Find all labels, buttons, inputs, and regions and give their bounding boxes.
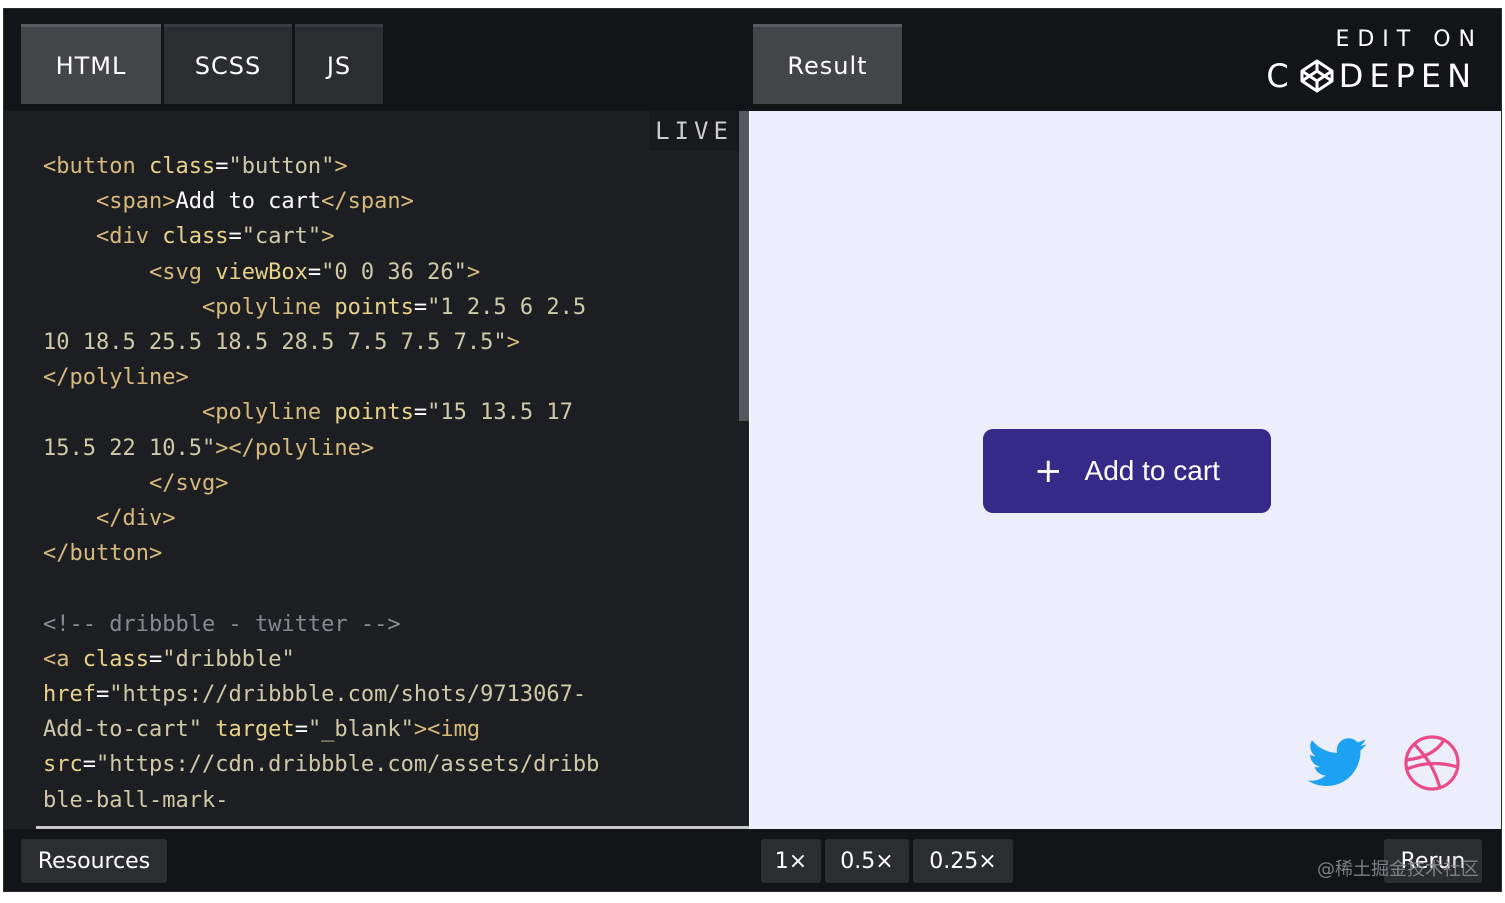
bottom-bar: Resources 1× 0.5× 0.25× Rerun @稀土掘金技术社区 (4, 829, 1501, 891)
code-token: "button" (228, 154, 335, 179)
codepen-logo: C DEPEN (1266, 58, 1477, 94)
code-token: "_blank" (307, 717, 414, 743)
code-token: <svg (148, 259, 216, 285)
edit-on-label: EDIT ON (1335, 27, 1483, 52)
tab-js[interactable]: JS (295, 24, 383, 104)
zoom-1x-button[interactable]: 1× (761, 839, 821, 883)
twitter-icon[interactable] (1308, 737, 1368, 789)
code-token: href (43, 682, 96, 708)
watermark-text: @稀土掘金技术社区 (1317, 859, 1479, 880)
tab-html[interactable]: HTML (21, 24, 161, 104)
code-token: "https://dribbble.com/shots/9713067- (109, 682, 587, 708)
code-token: "0 0 36 26" (321, 259, 467, 285)
code-token: <a (43, 646, 83, 672)
code-token: src (43, 752, 83, 778)
code-token: "https://cdn.dribbble.com/assets/dribb (96, 752, 600, 778)
code-token: viewBox (215, 259, 308, 285)
code-token: > (466, 259, 481, 285)
resources-button[interactable]: Resources (21, 839, 167, 883)
code-token: Add to cart (175, 189, 322, 215)
edit-on-codepen-link[interactable]: EDIT ON C DEPEN (1266, 27, 1477, 94)
code-token: "1 2.5 6 2.5 (427, 294, 587, 320)
code-token: "cart" (241, 224, 322, 250)
code-token: </polyline> (43, 365, 189, 391)
code-token: </button> (43, 541, 163, 567)
code-token: > (506, 330, 520, 356)
top-bar: HTML SCSS JS Result EDIT ON C DEPEN (4, 9, 1501, 111)
code-token: </span> (321, 189, 414, 215)
code-token: ><img (413, 717, 481, 743)
code-token: class (82, 646, 149, 672)
code-token: <div (95, 224, 163, 250)
codepen-logo-text-left: C (1266, 57, 1295, 95)
plus-icon: + (1034, 451, 1063, 491)
codepen-logo-text-right: DEPEN (1338, 57, 1477, 95)
dribbble-icon[interactable] (1402, 733, 1462, 793)
code-token: 15.5 22 10.5" (43, 435, 216, 461)
add-to-cart-label: Add to cart (1084, 455, 1220, 486)
code-token: = (215, 154, 229, 179)
html-code: <button class="button"> <span>Add to car… (43, 154, 600, 813)
result-pane: + Add to cart (750, 111, 1501, 829)
code-token: <button (43, 154, 149, 179)
live-badge: LIVE (649, 111, 739, 151)
editor-scrollbar[interactable] (739, 111, 749, 421)
code-token: points (334, 294, 414, 320)
code-token: ></polyline> (215, 435, 375, 461)
code-token: ble-ball-mark- (43, 787, 229, 813)
code-token: "15 13.5 17 (427, 400, 573, 426)
code-token: <polyline (201, 294, 335, 320)
add-to-cart-button[interactable]: + Add to cart (983, 429, 1271, 513)
code-token: <polyline (201, 400, 335, 426)
tab-result[interactable]: Result (753, 24, 902, 104)
code-token: </div> (95, 506, 176, 532)
tab-scss[interactable]: SCSS (164, 24, 292, 104)
zoom-0.5x-button[interactable]: 0.5× (825, 839, 909, 883)
code-token: points (334, 400, 414, 426)
code-editor[interactable]: LIVE <button class="button"> <span>Add t… (4, 111, 749, 829)
code-token: "dribbble" (162, 646, 295, 672)
code-token: </svg> (148, 470, 229, 496)
code-token: <span> (95, 189, 176, 215)
code-token: class (162, 224, 229, 250)
codepen-cube-icon (1300, 59, 1334, 93)
code-token: > (334, 154, 348, 179)
code-comment: <!-- dribbble - twitter --> (43, 611, 401, 637)
code-token: class (148, 154, 216, 179)
code-token: target (215, 717, 295, 743)
code-token: 10 18.5 25.5 18.5 28.5 7.5 7.5 7.5" (43, 330, 507, 356)
codepen-embed: HTML SCSS JS Result EDIT ON C DEPEN LIVE… (3, 8, 1502, 892)
code-token: Add-to-cart" (43, 717, 202, 743)
zoom-0.25x-button[interactable]: 0.25× (913, 839, 1013, 883)
code-token: > (321, 224, 335, 250)
